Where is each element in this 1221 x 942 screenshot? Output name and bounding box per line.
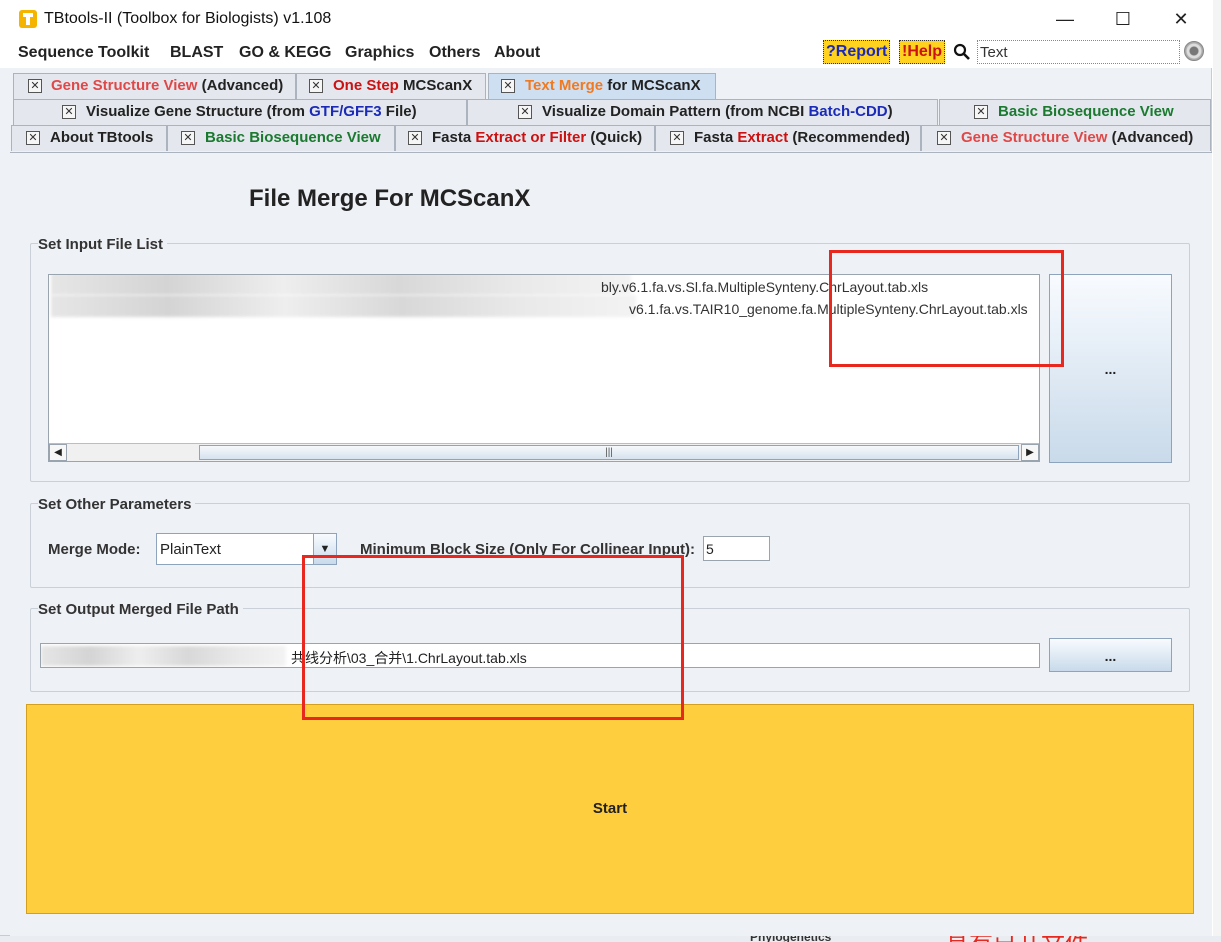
tab-label-part: MCScanX <box>403 77 473 94</box>
tab-label-part: Batch-CDD <box>808 103 888 120</box>
tab-label-part: Extract <box>737 129 789 146</box>
tab-label-part: (Advanced) <box>197 77 284 94</box>
tab-label-part: Gene Structure View <box>51 77 198 94</box>
tab-gene-structure-view-advanced-3[interactable]: ✕ Gene Structure View (Advanced) <box>921 125 1211 151</box>
minimize-button[interactable]: — <box>1045 6 1085 32</box>
tab-close-icon[interactable]: ✕ <box>28 79 42 93</box>
annotation-box <box>829 250 1064 367</box>
merge-mode-value: PlainText <box>160 541 221 558</box>
tab-close-icon[interactable]: ✕ <box>62 105 76 119</box>
tab-label-part: One Step <box>333 77 404 94</box>
tab-label-part: Fasta <box>432 129 476 146</box>
tab-label: Basic Biosequence View <box>205 129 381 146</box>
tab-label-part: Text Merge <box>525 77 604 94</box>
tab-close-icon[interactable]: ✕ <box>937 131 951 145</box>
tbtools-logo-icon <box>19 10 37 28</box>
maximize-button[interactable]: ☐ <box>1103 6 1143 32</box>
tab-close-icon[interactable]: ✕ <box>518 105 532 119</box>
tab-gene-structure-view-advanced-1[interactable]: ✕ Gene Structure View (Advanced) <box>13 73 296 99</box>
output-group-title: Set Output Merged File Path <box>38 601 243 618</box>
title-bar: TBtools-II (Toolbox for Biologists) v1.1… <box>0 0 1212 38</box>
tab-label-part: Extract or Filter <box>475 129 587 146</box>
search-input[interactable] <box>977 40 1180 64</box>
tab-visualize-domain-pattern[interactable]: ✕ Visualize Domain Pattern (from NCBI Ba… <box>467 99 938 125</box>
tab-label: Fasta Extract (Recommended) <box>694 126 910 150</box>
tab-visualize-gene-structure[interactable]: ✕ Visualize Gene Structure (from GTF/GFF… <box>13 99 467 125</box>
tab-label-part: Visualize Gene Structure (from <box>86 103 310 120</box>
close-button[interactable]: ✕ <box>1161 6 1201 32</box>
tab-label: Text Merge for MCScanX <box>525 74 701 98</box>
tab-label-part: GTF/GFF3 <box>309 103 382 120</box>
tab-label-part: (Quick) <box>586 129 643 146</box>
settings-radio-icon[interactable] <box>1184 41 1204 61</box>
tab-label: Basic Biosequence View <box>998 103 1174 120</box>
tab-close-icon[interactable]: ✕ <box>26 131 40 145</box>
help-button[interactable]: !Help <box>899 40 945 64</box>
tab-label: Visualize Gene Structure (from GTF/GFF3 … <box>86 100 417 124</box>
menu-bar: Sequence Toolkit BLAST GO & KEGG Graphic… <box>0 38 1212 68</box>
page-title: File Merge For MCScanX <box>249 185 531 212</box>
tab-basic-biosequence-view-2[interactable]: ✕ Basic Biosequence View <box>939 99 1211 125</box>
tab-close-icon[interactable]: ✕ <box>309 79 323 93</box>
blurred-path-region <box>41 646 286 666</box>
tab-close-icon[interactable]: ✕ <box>670 131 684 145</box>
blurred-path-region <box>51 275 631 295</box>
tab-one-step-mcscanx[interactable]: ✕ One Step MCScanX <box>296 73 486 99</box>
tab-close-icon[interactable]: ✕ <box>974 105 988 119</box>
tab-label: Visualize Domain Pattern (from NCBI Batc… <box>542 100 893 124</box>
tab-label: Gene Structure View (Advanced) <box>961 126 1193 150</box>
annotation-box <box>302 555 684 720</box>
tab-label: Fasta Extract or Filter (Quick) <box>432 126 642 150</box>
tab-label: About TBtools <box>50 129 154 146</box>
menu-others[interactable]: Others <box>429 44 481 62</box>
tab-label: Gene Structure View (Advanced) <box>51 74 283 98</box>
min-block-size-input[interactable] <box>703 536 770 561</box>
scroll-thumb[interactable]: ||| <box>199 445 1019 460</box>
scroll-right-icon[interactable]: ▶ <box>1021 444 1039 461</box>
tab-label-part: (Recommended) <box>788 129 910 146</box>
tab-label-part: (Advanced) <box>1107 129 1194 146</box>
tab-fasta-extract-or-filter[interactable]: ✕ Fasta Extract or Filter (Quick) <box>395 125 655 151</box>
input-group-title: Set Input File List <box>38 236 168 253</box>
tab-basic-biosequence-view-3[interactable]: ✕ Basic Biosequence View <box>167 125 395 151</box>
tab-text-merge-for-mcscanx[interactable]: ✕ Text Merge for MCScanX <box>488 73 716 99</box>
start-button[interactable]: Start <box>26 704 1194 914</box>
background-window-edge <box>1213 0 1221 942</box>
tab-close-icon[interactable]: ✕ <box>181 131 195 145</box>
horizontal-scrollbar[interactable]: ◀ ||| ▶ <box>49 443 1039 461</box>
tab-label-part: Fasta <box>694 129 738 146</box>
tab-fasta-extract[interactable]: ✕ Fasta Extract (Recommended) <box>655 125 921 151</box>
tab-about-tbtools[interactable]: ✕ About TBtools <box>11 125 167 151</box>
tab-close-icon[interactable]: ✕ <box>408 131 422 145</box>
merge-mode-label: Merge Mode: <box>48 541 141 558</box>
main-window: TBtools-II (Toolbox for Biologists) v1.1… <box>0 0 1212 936</box>
window-title: TBtools-II (Toolbox for Biologists) v1.1… <box>44 10 332 27</box>
menu-about[interactable]: About <box>494 44 540 62</box>
tab-label-part: Gene Structure View <box>961 129 1108 146</box>
search-icon[interactable] <box>953 43 971 61</box>
tab-label-part: for MCScanX <box>603 77 701 94</box>
menu-go-kegg[interactable]: GO & KEGG <box>239 44 331 62</box>
report-button[interactable]: ?Report <box>823 40 891 64</box>
params-group-title: Set Other Parameters <box>38 496 196 513</box>
tab-label-part: File) <box>381 103 417 120</box>
tab-label: One Step MCScanX <box>333 74 472 98</box>
blurred-path-region <box>51 295 636 317</box>
tab-label-part: Visualize Domain Pattern (from NCBI <box>542 103 809 120</box>
browse-output-button[interactable]: ... <box>1049 638 1172 672</box>
menu-blast[interactable]: BLAST <box>170 44 223 62</box>
browse-input-button[interactable]: ... <box>1049 274 1172 463</box>
menu-sequence-toolkit[interactable]: Sequence Toolkit <box>18 44 149 62</box>
tab-close-icon[interactable]: ✕ <box>501 79 515 93</box>
tab-label-part: ) <box>887 103 893 120</box>
scroll-left-icon[interactable]: ◀ <box>49 444 67 461</box>
menu-graphics[interactable]: Graphics <box>345 44 414 62</box>
